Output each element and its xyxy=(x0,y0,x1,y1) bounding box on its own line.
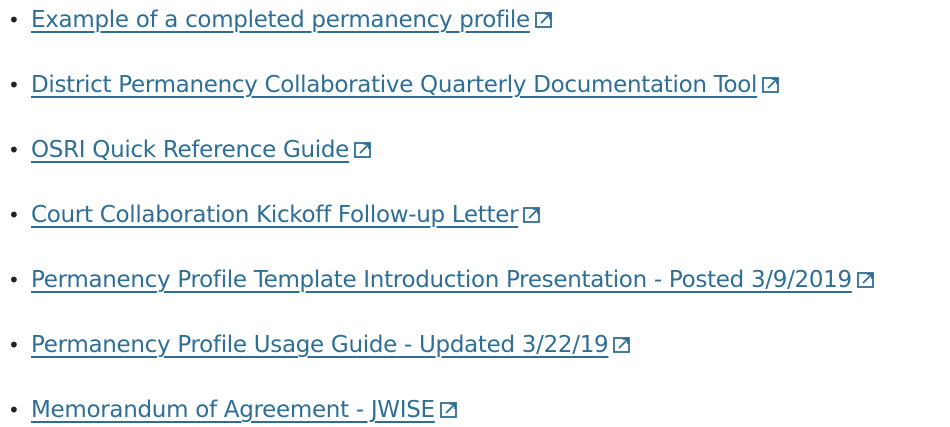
external-link-icon xyxy=(611,334,633,356)
link-label: Example of a completed permanency profil… xyxy=(31,7,530,33)
list-item: • District Permanency Collaborative Quar… xyxy=(0,68,782,102)
external-link-icon xyxy=(533,9,555,31)
external-link-icon xyxy=(438,399,460,421)
bullet: • xyxy=(8,333,20,357)
link-label: Permanency Profile Usage Guide - Updated… xyxy=(31,332,609,358)
external-link-icon xyxy=(521,204,543,226)
list-item: • Permanency Profile Usage Guide - Updat… xyxy=(0,328,633,362)
bullet: • xyxy=(8,268,20,292)
list-item: • Court Collaboration Kickoff Follow-up … xyxy=(0,198,543,232)
bullet: • xyxy=(8,73,20,97)
list-item: • Example of a completed permanency prof… xyxy=(0,3,555,37)
link-label: Court Collaboration Kickoff Follow-up Le… xyxy=(31,202,519,228)
external-link-icon xyxy=(760,74,782,96)
external-link-icon xyxy=(352,139,374,161)
link-template-presentation[interactable]: Permanency Profile Template Introduction… xyxy=(31,267,877,293)
list-item: • Memorandum of Agreement - JWISE xyxy=(0,393,460,427)
list-item: • OSRI Quick Reference Guide xyxy=(0,133,374,167)
link-label: OSRI Quick Reference Guide xyxy=(31,137,349,163)
link-label: District Permanency Collaborative Quarte… xyxy=(31,72,758,98)
link-court-collaboration-letter[interactable]: Court Collaboration Kickoff Follow-up Le… xyxy=(31,202,543,228)
bullet: • xyxy=(8,8,20,32)
link-label: Permanency Profile Template Introduction… xyxy=(31,267,852,293)
list-item: • Permanency Profile Template Introducti… xyxy=(0,263,877,297)
link-district-permanency-tool[interactable]: District Permanency Collaborative Quarte… xyxy=(31,72,782,98)
link-label: Memorandum of Agreement - JWISE xyxy=(31,397,435,423)
bullet: • xyxy=(8,398,20,422)
link-memorandum-of-agreement[interactable]: Memorandum of Agreement - JWISE xyxy=(31,397,460,423)
link-usage-guide[interactable]: Permanency Profile Usage Guide - Updated… xyxy=(31,332,633,358)
link-completed-permanency-profile[interactable]: Example of a completed permanency profil… xyxy=(31,7,555,33)
link-osri-quick-reference[interactable]: OSRI Quick Reference Guide xyxy=(31,137,374,163)
bullet: • xyxy=(8,203,20,227)
bullet: • xyxy=(8,138,20,162)
external-link-icon xyxy=(855,269,877,291)
